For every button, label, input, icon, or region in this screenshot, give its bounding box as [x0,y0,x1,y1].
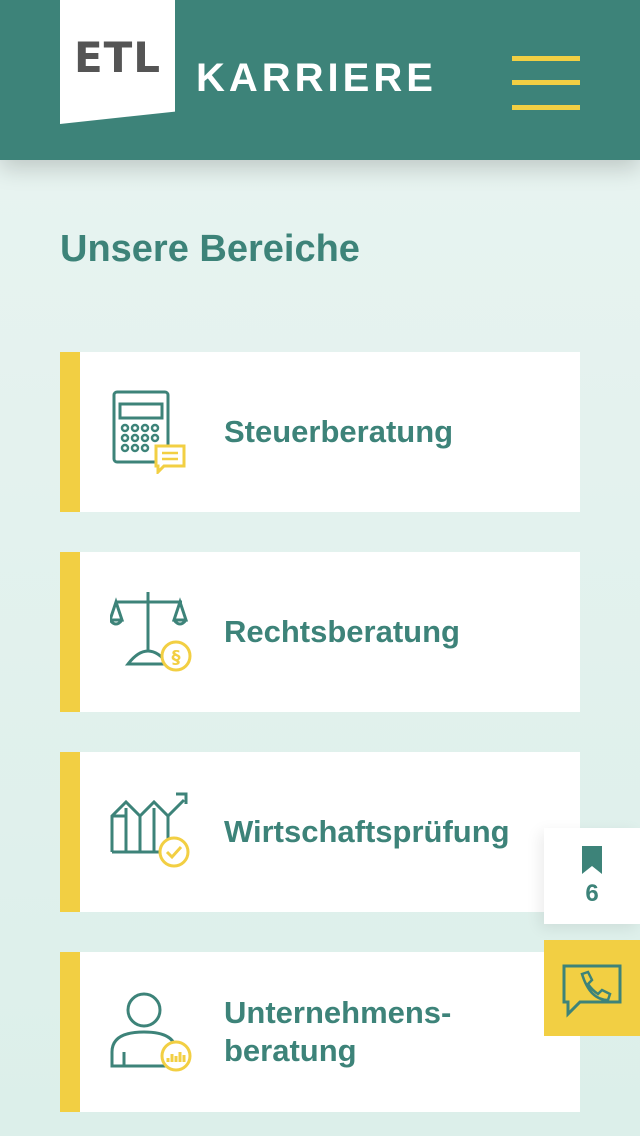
app-header: ETL KARRIERE [0,0,640,160]
card-label: Unternehmens- beratung [224,995,452,1068]
card-unternehmensberatung[interactable]: Unternehmens- beratung [60,952,580,1112]
card-wirtschaftspruefung[interactable]: Wirtschaftsprüfung [60,752,580,912]
phone-chat-icon [562,964,622,1018]
scales-icon: § [110,592,192,672]
bookmark-count: 6 [585,880,599,907]
page-title: Unsere Bereiche [60,228,360,270]
chart-check-icon [110,792,190,868]
card-label: Wirtschaftsprüfung [224,814,510,849]
phone-tab[interactable] [544,940,640,1036]
card-label: Rechtsberatung [224,614,460,649]
bookmark-tab[interactable]: 6 [544,828,640,924]
card-rechtsberatung[interactable]: § Rechtsberatung [60,552,580,712]
svg-text:§: § [172,647,181,668]
calculator-icon [112,390,186,474]
logo-text: ETL [73,32,162,82]
etl-logo[interactable]: ETL [60,0,175,124]
card-steuerberatung[interactable]: Steuerberatung [60,352,580,512]
hamburger-menu-icon[interactable] [512,56,580,112]
card-label: Steuerberatung [224,414,454,449]
bookmark-icon [582,846,602,874]
brand-title: KARRIERE [196,56,437,100]
person-chart-icon [110,992,192,1072]
